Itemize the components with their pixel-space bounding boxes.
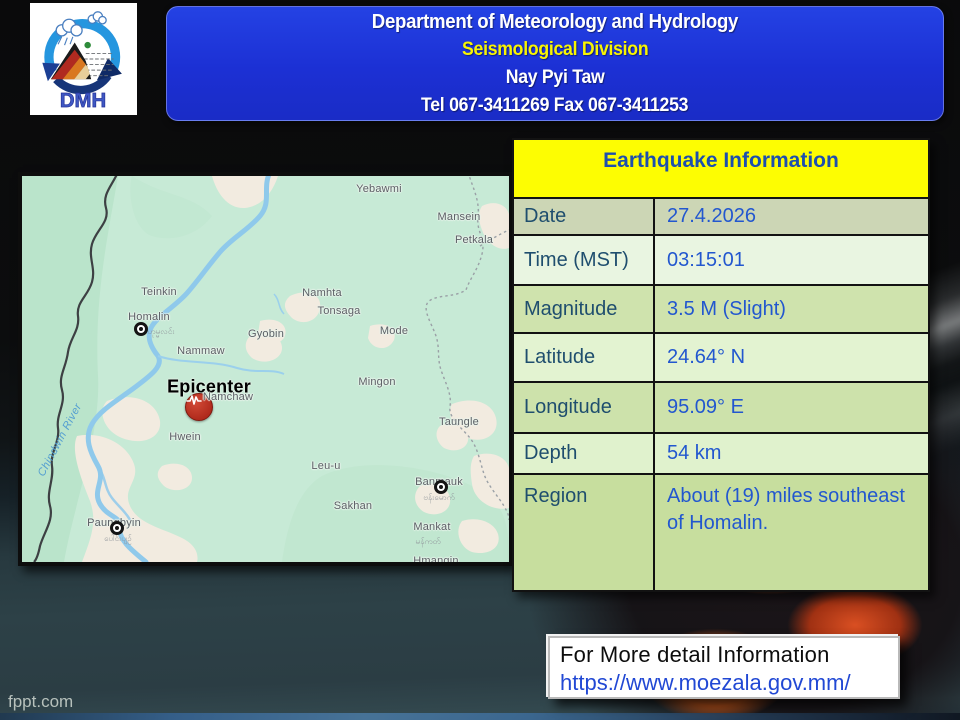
dmh-logo: DMH [30, 3, 137, 115]
department-title: Department of Meteorology and Hydrology [372, 8, 738, 36]
town-marker-icon [434, 480, 448, 494]
dmh-logo-icon: DMH [34, 6, 133, 112]
table-row: Time (MST)03:15:01 [514, 234, 928, 284]
map-town-label: Namhta [302, 287, 342, 299]
title-banner: Department of Meteorology and Hydrology … [166, 6, 944, 121]
row-value: 03:15:01 [655, 236, 928, 284]
bottom-blue-strip [0, 713, 960, 720]
row-label: Region [514, 475, 655, 590]
row-label: Latitude [514, 334, 655, 381]
river-label: Chindwin River [36, 401, 85, 478]
seismograph-icon [186, 394, 202, 406]
earthquake-info-table: Earthquake Information Date27.4.2026Time… [512, 138, 930, 592]
epicenter-map: Chindwin River Epicenter YebawmiManseinP… [18, 172, 513, 566]
map-town-label: Leu-u [311, 460, 340, 472]
row-value: 24.64° N [655, 334, 928, 381]
contact-line: Tel 067-3411269 Fax 067-3411253 [421, 92, 688, 120]
table-row: Longitude95.09° E [514, 381, 928, 432]
table-title: Earthquake Information [514, 140, 928, 197]
table-row: Magnitude3.5 M (Slight) [514, 284, 928, 332]
row-label: Depth [514, 434, 655, 473]
row-label: Magnitude [514, 286, 655, 332]
map-town-label: Namchaw [203, 391, 253, 403]
map-town-label: Teinkin [141, 286, 177, 298]
map-town-label: Homalin [128, 311, 170, 323]
map-town-label: Mansein [438, 211, 481, 223]
town-marker-icon [134, 322, 148, 336]
map-town-label: Tonsaga [318, 305, 361, 317]
map-town-label: Hwein [169, 431, 201, 443]
earthquake-table-rows: Date27.4.2026Time (MST)03:15:01Magnitude… [514, 197, 928, 590]
row-value: About (19) miles southeast of Homalin. [655, 475, 928, 590]
logo-tree-icon [84, 42, 90, 48]
map-town-label-burmese: ဟုမ္မလင်း [147, 326, 174, 338]
map-town-label: Hmangin [413, 555, 458, 562]
table-row: Depth54 km [514, 432, 928, 473]
map-label-layer: Chindwin River Epicenter YebawmiManseinP… [22, 176, 509, 562]
row-label: Date [514, 199, 655, 234]
map-town-label: Sakhan [334, 500, 373, 512]
map-town-label: Mode [380, 325, 408, 337]
map-town-label: Gyobin [248, 328, 284, 340]
row-value: 27.4.2026 [655, 199, 928, 234]
row-label: Longitude [514, 383, 655, 432]
map-canvas: Chindwin River Epicenter YebawmiManseinP… [22, 176, 509, 562]
row-value: 95.09° E [655, 383, 928, 432]
more-info-box: For More detail Information https://www.… [548, 636, 900, 699]
table-row: Date27.4.2026 [514, 197, 928, 234]
map-town-label: Petkala [455, 234, 493, 246]
map-town-label-burmese: မန်ကတ် [415, 536, 440, 548]
map-town-label: Mankat [413, 521, 450, 533]
map-town-label: Nammaw [177, 345, 225, 357]
moezala-link[interactable]: https://www.moezala.gov.mm/ [560, 669, 851, 697]
map-town-label: Taungle [439, 416, 479, 428]
map-town-label: Yebawmi [356, 183, 402, 195]
logo-dmh-text: DMH [60, 90, 106, 112]
row-label: Time (MST) [514, 236, 655, 284]
table-row: Latitude24.64° N [514, 332, 928, 381]
row-value: 54 km [655, 434, 928, 473]
division-title: Seismological Division [462, 36, 648, 64]
city-title: Nay Pyi Taw [506, 64, 605, 92]
map-town-label: Mingon [358, 376, 395, 388]
more-info-text: For More detail Information [560, 641, 898, 669]
fppt-watermark: fppt.com [8, 692, 73, 712]
row-value: 3.5 M (Slight) [655, 286, 928, 332]
town-marker-icon [110, 521, 124, 535]
table-row: RegionAbout (19) miles southeast of Homa… [514, 473, 928, 590]
